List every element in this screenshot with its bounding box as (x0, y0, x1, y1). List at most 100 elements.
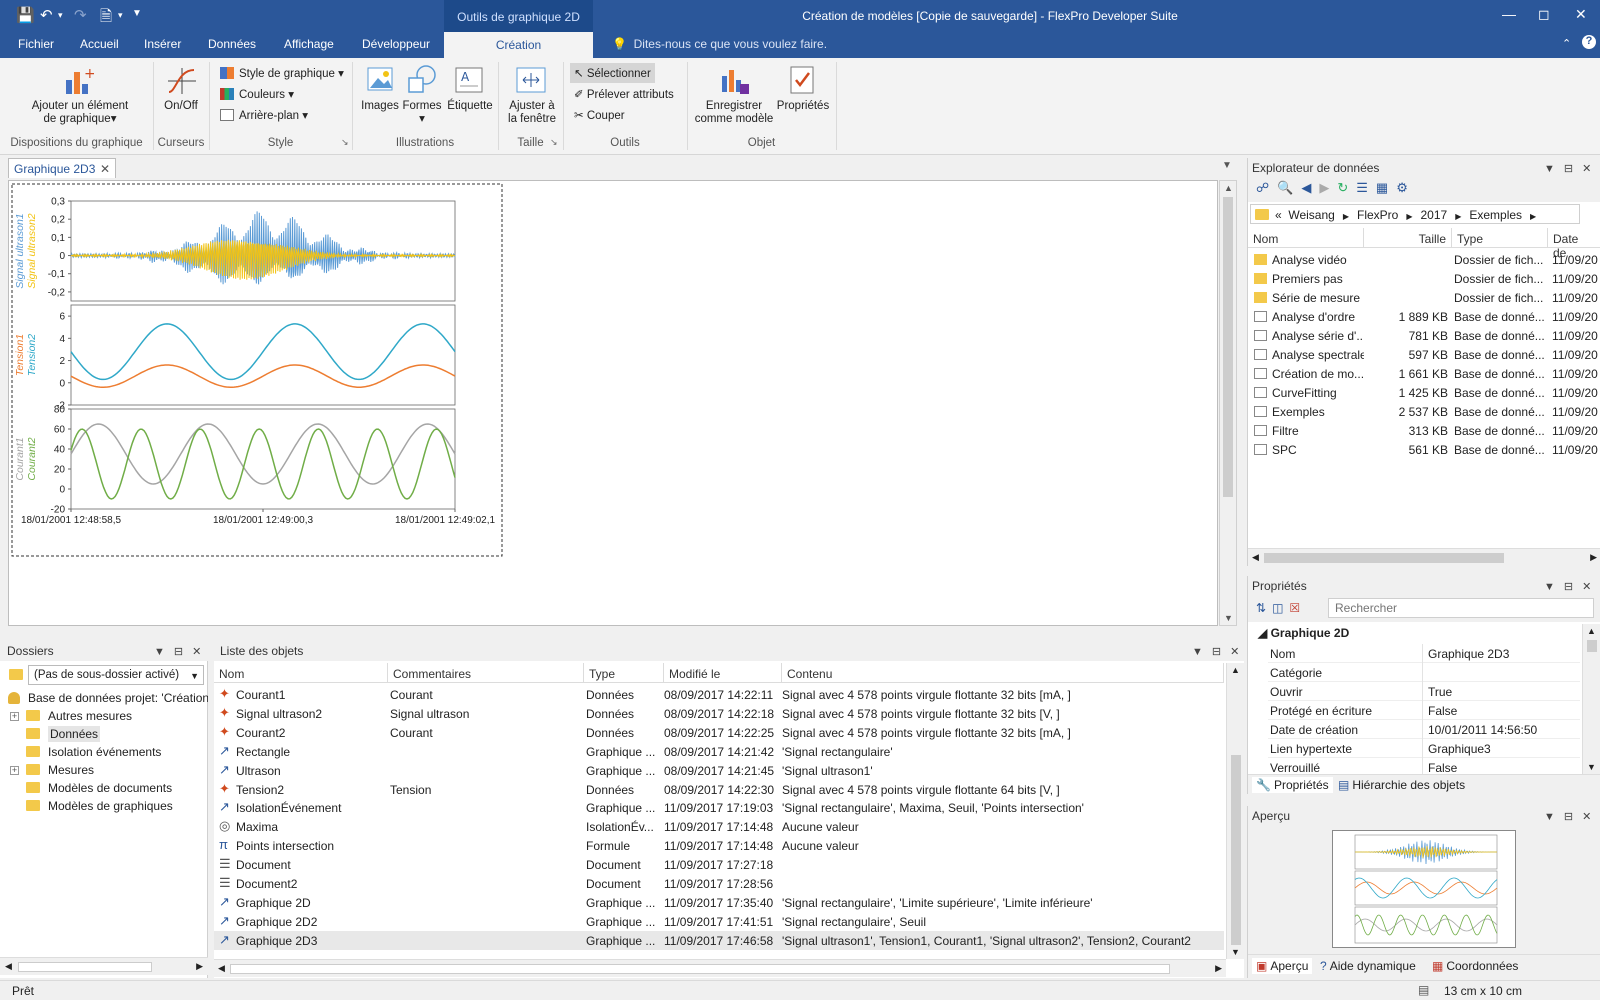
path-arrow-icon[interactable]: ▶ (1455, 212, 1461, 221)
new-document-icon[interactable]: 🗎 (100, 6, 112, 31)
tab-données[interactable]: Données (208, 37, 256, 51)
path-arrow-icon[interactable]: ▶ (1530, 212, 1536, 221)
explorer-col-header[interactable]: Taille (1364, 228, 1452, 248)
object-list-hscrollbar[interactable]: ◀ ▶ (214, 959, 1226, 977)
explorer-row[interactable]: Analyse d'ordre 1 889 KB Base de donné... 1… (1248, 307, 1600, 326)
path-segment[interactable]: FlexPro (1357, 208, 1398, 222)
undo-dropdown-icon[interactable]: ▾ (58, 10, 63, 21)
folder-filter-select[interactable]: (Pas de sous-dossier activé) ▼ (28, 665, 204, 685)
tree-folder[interactable]: + Mesures (0, 763, 94, 777)
tell-me-box[interactable]: 💡 Dites-nous ce que vous voulez faire. (612, 37, 827, 51)
cut-button[interactable]: ✂ Couper (574, 108, 625, 122)
background-button[interactable]: Arrière-plan ▾ (220, 108, 308, 122)
close-icon[interactable]: ✕ (1575, 6, 1587, 23)
explorer-col-header[interactable]: Type (1452, 228, 1548, 248)
property-row[interactable]: Protégé en écriture False (1268, 701, 1580, 720)
tree-root[interactable]: Base de données projet: 'Création d (8, 691, 208, 705)
document-area[interactable]: 0,3 0,2 0,1 0 -0,1 -0,2 Signal ultrason1 Signal… (8, 180, 1218, 626)
property-row[interactable]: Lien hypertexte Graphique3 (1268, 739, 1580, 758)
doc-list-dropdown-icon[interactable]: ▼ (1222, 160, 1232, 171)
path-arrow-icon[interactable]: ▶ (1343, 212, 1349, 221)
properties-section[interactable]: ◢ Graphique 2D (1258, 626, 1349, 640)
object-row[interactable]: ☰ Document Document 11/09/2017 17:27:18 (214, 855, 1224, 874)
path-segment[interactable]: Exemples (1469, 208, 1522, 222)
object-row[interactable]: ✦ Tension2 Tension Données 08/09/2017 14:22:… (214, 780, 1224, 799)
object-row[interactable]: ↗ Rectangle Graphique ... 08/09/2017 14:21:… (214, 742, 1224, 761)
tab-fichier[interactable]: Fichier (18, 37, 54, 51)
explorer-panel-buttons[interactable]: ▼⊟✕ (1544, 162, 1600, 175)
chart-2d[interactable]: 0,3 0,2 0,1 0 -0,1 -0,2 Signal ultrason1 Signal… (11, 183, 511, 559)
explorer-toolbar[interactable]: ☍🔍◀▶↻☰▦⚙ (1248, 178, 1600, 202)
doc-tab-graphique-2d3[interactable]: Graphique 2D3 ✕ (8, 158, 116, 178)
path-segment[interactable]: 2017 (1420, 208, 1447, 222)
tree-folder[interactable]: Modèles de documents (0, 781, 172, 795)
save-icon[interactable]: 💾 (16, 6, 35, 24)
explorer-col-header[interactable]: Nom (1248, 228, 1364, 248)
properties-button[interactable]: Propriétés (776, 100, 830, 113)
shapes-button[interactable]: Formes ▾ (402, 100, 442, 126)
tab-insérer[interactable]: Insérer (144, 37, 181, 51)
property-row[interactable]: Nom Graphique 2D3 (1268, 644, 1580, 663)
doc-dropdown-icon[interactable]: ▾ (118, 10, 123, 21)
preview-tab-0[interactable]: ▣ Aperçu (1252, 958, 1313, 974)
tree-folder[interactable]: Données (0, 726, 101, 742)
save-template-button[interactable]: Enregistrer comme modèle (694, 100, 774, 126)
explorer-row[interactable]: Analyse série d'... 781 KB Base de donné..… (1248, 326, 1600, 345)
object-row[interactable]: ✦ Courant2 Courant Données 08/09/2017 14:22:… (214, 723, 1224, 742)
object-row[interactable]: π Points intersection Formule 11/09/2017 17… (214, 836, 1224, 855)
tab-accueil[interactable]: Accueil (80, 37, 119, 51)
explorer-row[interactable]: Exemples 2 537 KB Base de donné... 11/09/20 (1248, 402, 1600, 421)
onoff-button[interactable]: On/Off (158, 100, 204, 113)
explorer-hscrollbar[interactable]: ◀ ▶ (1248, 548, 1600, 566)
object-col-header[interactable]: Contenu (782, 663, 1224, 683)
colors-button[interactable]: Couleurs ▾ (220, 87, 294, 101)
object-col-header[interactable]: Modifié le (664, 663, 782, 683)
tab-développeur[interactable]: Développeur (362, 37, 430, 51)
explorer-row[interactable]: CurveFitting 1 425 KB Base de donné... 11/0… (1248, 383, 1600, 402)
object-row[interactable]: ☰ Document2 Document 11/09/2017 17:28:56 (214, 874, 1224, 893)
pick-attributes-button[interactable]: ✐ Prélever attributs (574, 87, 674, 101)
tab-affichage[interactable]: Affichage (284, 37, 334, 51)
add-chart-element-button[interactable]: Ajouter un élément de graphique▾ (22, 100, 138, 126)
property-row[interactable]: Date de création 10/01/2011 14:56:50 (1268, 720, 1580, 739)
label-button[interactable]: Étiquette (442, 100, 498, 113)
explorer-row[interactable]: Analyse spectrale 597 KB Base de donné... 1… (1248, 345, 1600, 364)
minimize-icon[interactable]: — (1502, 6, 1516, 22)
object-row[interactable]: ↗ Graphique 2D3 Graphique ... 11/09/2017 17… (214, 930, 1224, 950)
images-button[interactable]: Images (358, 100, 402, 113)
folders-panel-buttons[interactable]: ▼⊟✕ (154, 645, 210, 658)
explorer-row[interactable]: Filtre 313 KB Base de donné... 11/09/20 (1248, 421, 1600, 440)
path-segment[interactable]: Weisang (1288, 208, 1334, 222)
help-icon[interactable]: ? (1582, 35, 1596, 49)
object-col-header[interactable]: Commentaires (388, 663, 584, 683)
close-tab-icon[interactable]: ✕ (100, 162, 110, 176)
object-row[interactable]: ✦ Signal ultrason2 Signal ultrason Données 0… (214, 704, 1224, 723)
fit-window-button[interactable]: Ajuster à la fenêtre (502, 100, 562, 126)
tab-object-hierarchy[interactable]: ▤ Hiérarchie des objets (1334, 777, 1469, 793)
scroll-down-icon[interactable]: ▼ (1224, 613, 1233, 623)
explorer-row[interactable]: SPC 561 KB Base de donné... 11/09/20 (1248, 440, 1600, 459)
scroll-up-icon[interactable]: ▲ (1224, 183, 1233, 193)
explorer-col-header[interactable]: Date de (1548, 228, 1600, 260)
object-row[interactable]: ✦ Courant1 Courant Données 08/09/2017 14:22:… (214, 685, 1224, 704)
customize-qat-icon[interactable]: ▼ (132, 8, 142, 19)
select-button[interactable]: ↖ Sélectionner (570, 63, 655, 83)
property-row[interactable]: Catégorie (1268, 663, 1580, 682)
scroll-thumb[interactable] (1223, 197, 1233, 497)
redo-icon[interactable]: ↷ (74, 6, 87, 24)
doc-vertical-scrollbar[interactable]: ▲ ▼ (1219, 180, 1237, 626)
preview-tab-2[interactable]: ▦ Coordonnées (1428, 958, 1522, 974)
properties-vscrollbar[interactable]: ▲ ▼ (1582, 624, 1600, 774)
object-col-header[interactable]: Nom (214, 663, 388, 683)
object-list-vscrollbar[interactable]: ▲ ▼ (1226, 663, 1244, 959)
object-list-panel-buttons[interactable]: ▼⊟✕ (1192, 645, 1248, 658)
properties-panel-buttons[interactable]: ▼⊟✕ (1544, 580, 1600, 593)
tree-folder[interactable]: + Autres mesures (0, 709, 132, 723)
undo-icon[interactable]: ↶ (40, 6, 53, 24)
explorer-row[interactable]: Analyse vidéo Dossier de fich... 11/09/20 (1248, 250, 1600, 269)
tab-properties[interactable]: 🔧 Propriétés (1252, 777, 1333, 793)
path-arrow-icon[interactable]: ▶ (1406, 212, 1412, 221)
preview-panel-buttons[interactable]: ▼⊟✕ (1544, 810, 1600, 823)
expand-icon[interactable]: + (10, 766, 19, 775)
property-row[interactable]: Ouvrir True (1268, 682, 1580, 701)
